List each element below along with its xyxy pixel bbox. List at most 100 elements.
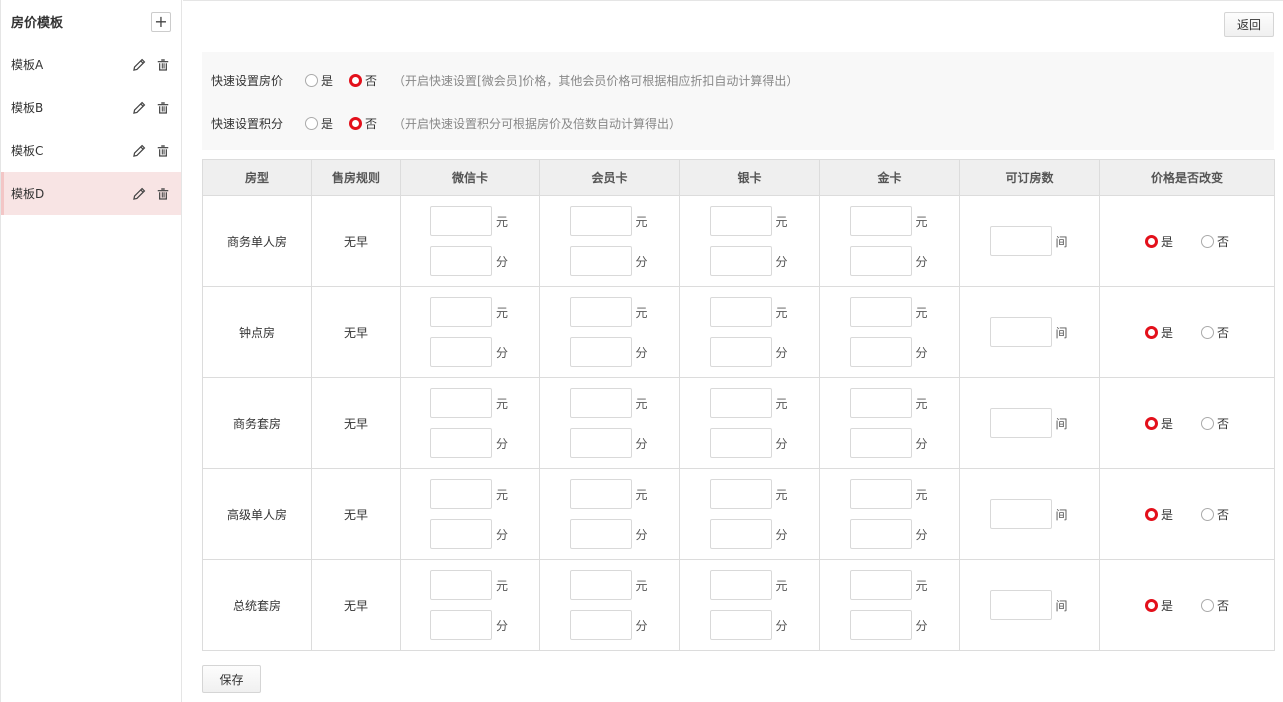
quick-points-no-option[interactable]: 否 — [349, 115, 377, 132]
radio-checked-icon[interactable] — [349, 116, 363, 130]
template-label: 模板C — [11, 144, 44, 158]
radio-icon[interactable] — [305, 116, 318, 130]
radio-icon[interactable] — [1201, 416, 1214, 430]
radio-icon[interactable] — [305, 73, 318, 87]
template-item[interactable]: 模板C — [1, 129, 181, 172]
points-input[interactable] — [430, 519, 492, 549]
points-input[interactable] — [849, 428, 912, 458]
points-input[interactable] — [430, 610, 492, 640]
price-change-yes-option[interactable]: 是 — [1144, 597, 1173, 614]
points-input[interactable] — [849, 246, 912, 276]
radio-icon[interactable] — [1144, 234, 1158, 248]
points-line: 分 — [849, 519, 930, 549]
points-input[interactable] — [430, 428, 492, 458]
radio-icon[interactable] — [1201, 507, 1214, 521]
price-change-no-option[interactable]: 否 — [1201, 597, 1229, 614]
radio-label: 否 — [1217, 234, 1230, 249]
rooms-input[interactable] — [989, 590, 1052, 620]
radio-icon[interactable] — [1201, 325, 1214, 339]
rooms-input[interactable] — [989, 317, 1052, 347]
rooms-input[interactable] — [989, 226, 1052, 256]
radio-icon[interactable] — [1144, 598, 1158, 612]
quick-price-yes-option[interactable]: 是 — [305, 72, 333, 89]
back-button[interactable]: 返回 — [1224, 12, 1274, 37]
sale-rule-cell: 无早 — [311, 468, 401, 560]
radio-icon[interactable] — [1144, 325, 1158, 339]
points-input[interactable] — [709, 337, 772, 367]
points-input[interactable] — [849, 519, 912, 549]
price-input[interactable] — [849, 206, 912, 236]
quick-price-no-option[interactable]: 否 — [349, 72, 377, 89]
rooms-input[interactable] — [989, 408, 1052, 438]
silver-card-cell: 元分 — [679, 559, 820, 651]
add-template-button[interactable]: + — [151, 11, 171, 32]
points-input[interactable] — [849, 337, 912, 367]
price-input[interactable] — [569, 570, 632, 600]
price-input[interactable] — [430, 570, 492, 600]
price-change-yes-option[interactable]: 是 — [1144, 415, 1173, 432]
price-input[interactable] — [709, 479, 772, 509]
price-input[interactable] — [430, 479, 492, 509]
radio-icon[interactable] — [1144, 507, 1158, 521]
price-input[interactable] — [709, 570, 772, 600]
points-line: 分 — [569, 519, 650, 549]
price-change-no-option[interactable]: 否 — [1201, 506, 1229, 523]
template-item[interactable]: 模板A — [1, 43, 181, 86]
price-input[interactable] — [849, 570, 912, 600]
price-input[interactable] — [569, 297, 632, 327]
edit-icon[interactable] — [131, 57, 147, 73]
points-input[interactable] — [709, 610, 772, 640]
points-input[interactable] — [569, 428, 632, 458]
price-input[interactable] — [569, 388, 632, 418]
price-input[interactable] — [849, 297, 912, 327]
radio-checked-icon[interactable] — [349, 73, 363, 87]
price-change-yes-option[interactable]: 是 — [1144, 506, 1173, 523]
unit-label: 元 — [496, 396, 509, 411]
points-input[interactable] — [569, 246, 632, 276]
price-input[interactable] — [430, 388, 492, 418]
price-input[interactable] — [709, 388, 772, 418]
points-input[interactable] — [569, 519, 632, 549]
price-input[interactable] — [430, 297, 492, 327]
delete-icon[interactable] — [155, 186, 171, 202]
price-input[interactable] — [569, 479, 632, 509]
points-input[interactable] — [709, 519, 772, 549]
gold-card-cell: 元分 — [819, 468, 960, 560]
price-input[interactable] — [709, 297, 772, 327]
price-change-no-option[interactable]: 否 — [1201, 415, 1229, 432]
quick-points-yes-option[interactable]: 是 — [305, 115, 333, 132]
save-button[interactable]: 保存 — [202, 665, 261, 693]
points-input[interactable] — [430, 246, 492, 276]
delete-icon[interactable] — [155, 57, 171, 73]
unit-label: 元 — [915, 487, 928, 502]
points-input[interactable] — [709, 428, 772, 458]
price-input[interactable] — [849, 388, 912, 418]
points-input[interactable] — [430, 337, 492, 367]
price-input[interactable] — [709, 206, 772, 236]
edit-icon[interactable] — [131, 143, 147, 159]
price-inputs: 元分 — [401, 479, 539, 549]
rooms-input[interactable] — [989, 499, 1052, 529]
price-input[interactable] — [849, 479, 912, 509]
edit-icon[interactable] — [131, 100, 147, 116]
points-input[interactable] — [569, 337, 632, 367]
radio-icon[interactable] — [1201, 234, 1214, 248]
price-change-no-option[interactable]: 否 — [1201, 324, 1229, 341]
price-change-yes-option[interactable]: 是 — [1144, 324, 1173, 341]
price-change-yes-option[interactable]: 是 — [1144, 233, 1173, 250]
template-item[interactable]: 模板B — [1, 86, 181, 129]
price-input[interactable] — [430, 206, 492, 236]
edit-icon[interactable] — [131, 186, 147, 202]
radio-icon[interactable] — [1201, 598, 1214, 612]
price-inputs: 元分 — [540, 479, 679, 549]
rooms-line: 间 — [960, 226, 1099, 256]
points-input[interactable] — [849, 610, 912, 640]
delete-icon[interactable] — [155, 100, 171, 116]
template-item[interactable]: 模板D — [1, 172, 181, 215]
points-input[interactable] — [709, 246, 772, 276]
delete-icon[interactable] — [155, 143, 171, 159]
points-input[interactable] — [569, 610, 632, 640]
price-change-no-option[interactable]: 否 — [1201, 233, 1229, 250]
price-input[interactable] — [569, 206, 632, 236]
radio-icon[interactable] — [1144, 416, 1158, 430]
